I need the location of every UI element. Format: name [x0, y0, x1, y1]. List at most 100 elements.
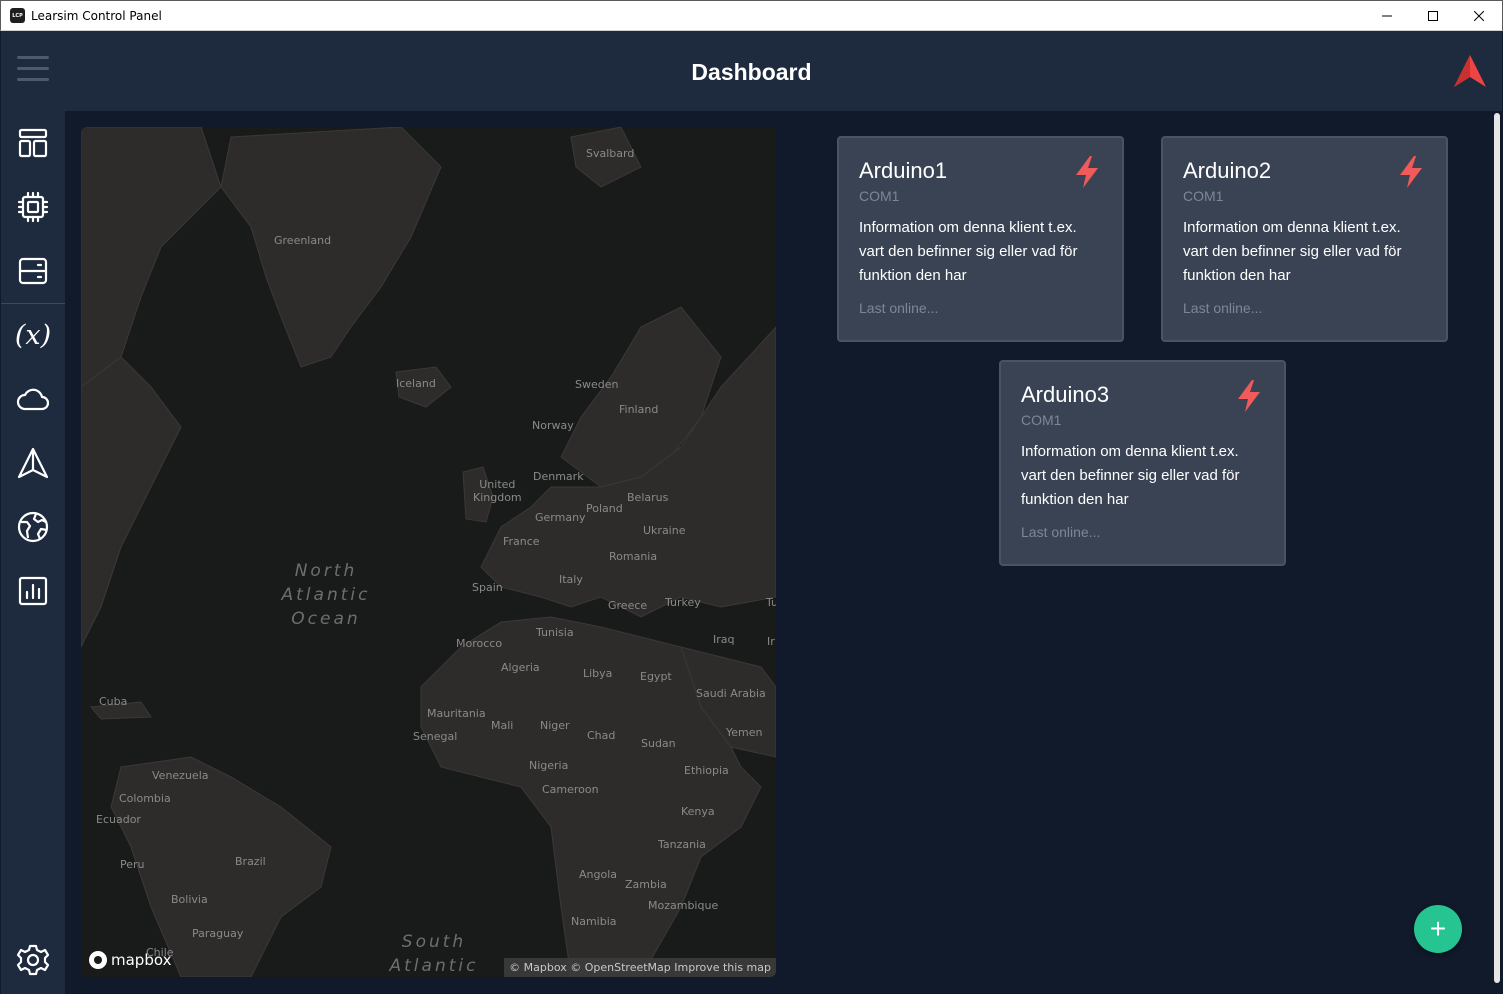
- map-label-denmark: Denmark: [533, 470, 584, 483]
- map-attribution[interactable]: © Mapbox © OpenStreetMap Improve this ma…: [504, 958, 776, 977]
- map-label-ecuador: Ecuador: [96, 813, 141, 826]
- map-label-libya: Libya: [583, 667, 613, 680]
- map-label-spain: Spain: [472, 581, 503, 594]
- map-label-romania: Romania: [609, 550, 658, 563]
- map-label-senegal: Senegal: [413, 730, 458, 743]
- device-description: Information om denna klient t.ex. vart d…: [1183, 219, 1402, 284]
- map-label-paraguay: Paraguay: [192, 927, 244, 940]
- map-label-tunisia: Tunisia: [536, 626, 574, 639]
- map-label-ir-edge: Ir: [767, 635, 775, 648]
- ocean-label-south-atlantic: South Atlantic: [389, 932, 479, 976]
- window-titlebar: LCP Learsim Control Panel: [0, 0, 1503, 31]
- map-label-svalbard: Svalbard: [586, 147, 635, 160]
- map-label-saudi-arabia: Saudi Arabia: [696, 687, 766, 700]
- sidebar-item-cloud[interactable]: [1, 371, 65, 427]
- minimize-icon[interactable]: [1364, 1, 1410, 31]
- dashboard-icon: [18, 128, 48, 158]
- device-description: Information om denna klient t.ex. vart d…: [859, 219, 1078, 284]
- device-port: COM1: [1021, 412, 1062, 428]
- sidebar-item-servers[interactable]: [1, 243, 65, 299]
- map-label-chad: Chad: [587, 729, 616, 742]
- map-label-angola: Angola: [579, 868, 618, 881]
- globe-icon: [17, 511, 49, 543]
- maximize-icon[interactable]: [1410, 1, 1456, 31]
- close-icon[interactable]: [1456, 1, 1502, 31]
- sidebar-item-variables[interactable]: (x): [1, 307, 65, 363]
- variable-icon: (x): [14, 319, 52, 351]
- map-label-turkey: Turkey: [665, 596, 701, 609]
- device-description: Information om denna klient t.ex. vart d…: [1021, 443, 1240, 508]
- map-label-colombia: Colombia: [119, 792, 171, 805]
- mapbox-logo-text: mapbox: [111, 951, 172, 969]
- device-port: COM1: [859, 188, 900, 204]
- bolt-icon: [1400, 156, 1422, 188]
- map-label-france: France: [503, 535, 540, 548]
- map-label-mali: Mali: [491, 719, 514, 732]
- mapbox-logo[interactable]: mapbox: [89, 951, 171, 969]
- map-label-poland: Poland: [586, 502, 623, 515]
- device-name: Arduino3: [1021, 382, 1110, 407]
- scrollbar[interactable]: [1493, 111, 1501, 994]
- device-name: Arduino1: [859, 158, 948, 183]
- map-label-egypt: Egypt: [640, 670, 672, 683]
- map-label-niger: Niger: [540, 719, 570, 732]
- device-last-online: Last online...: [859, 300, 939, 316]
- map-label-ukraine: Ukraine: [643, 524, 686, 537]
- app-icon: LCP: [10, 8, 25, 23]
- map-label-tu-edge: Tu: [766, 596, 776, 609]
- map-label-italy: Italy: [559, 573, 583, 586]
- add-device-button[interactable]: +: [1414, 905, 1462, 953]
- server-icon: [18, 257, 48, 285]
- device-card-arduino3[interactable]: Arduino3 COM1 Information om denna klien…: [999, 360, 1286, 566]
- app-header: Dashboard: [1, 31, 1502, 111]
- mapbox-logo-icon: [89, 951, 107, 969]
- map-label-sudan: Sudan: [641, 737, 676, 750]
- map-label-ethiopia: Ethiopia: [684, 764, 729, 777]
- map-label-peru: Peru: [120, 858, 145, 871]
- sidebar-item-statistics[interactable]: [1, 563, 65, 619]
- map-label-zambia: Zambia: [625, 878, 667, 891]
- chart-icon: [18, 576, 48, 606]
- map-label-greece: Greece: [608, 599, 648, 612]
- map-label-norway: Norway: [532, 419, 574, 432]
- map-label-mozambique: Mozambique: [648, 899, 719, 912]
- map-label-namibia: Namibia: [571, 915, 617, 928]
- map-label-belarus: Belarus: [627, 491, 669, 504]
- ocean-label-north-atlantic: North Atlantic Ocean: [281, 561, 371, 629]
- page-title: Dashboard: [691, 59, 812, 85]
- cloud-icon: [16, 388, 50, 411]
- sidebar-item-settings[interactable]: [1, 932, 65, 988]
- map-label-bolivia: Bolivia: [171, 893, 208, 906]
- map-label-cameroon: Cameroon: [542, 783, 599, 796]
- sidebar-divider: [1, 303, 65, 304]
- device-card-arduino2[interactable]: Arduino2 COM1 Information om denna klien…: [1161, 136, 1448, 342]
- sidebar-item-dashboard[interactable]: [1, 115, 65, 171]
- map-label-iceland: Iceland: [396, 377, 436, 390]
- device-name: Arduino2: [1183, 158, 1272, 183]
- navigation-icon: [17, 447, 49, 479]
- sidebar-item-devices[interactable]: [1, 179, 65, 235]
- window-title: Learsim Control Panel: [31, 8, 162, 23]
- map-label-algeria: Algeria: [501, 661, 540, 674]
- scrollbar-thumb[interactable]: [1494, 113, 1500, 983]
- map-label-iraq: Iraq: [713, 633, 735, 646]
- map-label-finland: Finland: [619, 403, 659, 416]
- map-label-brazil: Brazil: [235, 855, 266, 868]
- map-label-germany: Germany: [535, 511, 586, 524]
- device-last-online: Last online...: [1183, 300, 1263, 316]
- device-last-online: Last online...: [1021, 524, 1101, 540]
- learsim-logo-icon: [1454, 55, 1486, 87]
- map-label-uk: United Kingdom: [473, 478, 522, 504]
- device-port: COM1: [1183, 188, 1224, 204]
- map-label-yemen: Yemen: [726, 726, 763, 739]
- sidebar-item-navigation[interactable]: [1, 435, 65, 491]
- map-label-mauritania: Mauritania: [427, 707, 486, 720]
- chip-icon: [17, 191, 49, 223]
- device-card-arduino1[interactable]: Arduino1 COM1 Information om denna klien…: [837, 136, 1124, 342]
- bolt-icon: [1238, 380, 1260, 412]
- map-label-morocco: Morocco: [456, 637, 503, 650]
- map-label-greenland: Greenland: [274, 234, 332, 247]
- bolt-icon: [1076, 156, 1098, 188]
- sidebar-item-world[interactable]: [1, 499, 65, 555]
- world-map[interactable]: Svalbard Greenland Iceland Sweden Finlan…: [81, 127, 776, 977]
